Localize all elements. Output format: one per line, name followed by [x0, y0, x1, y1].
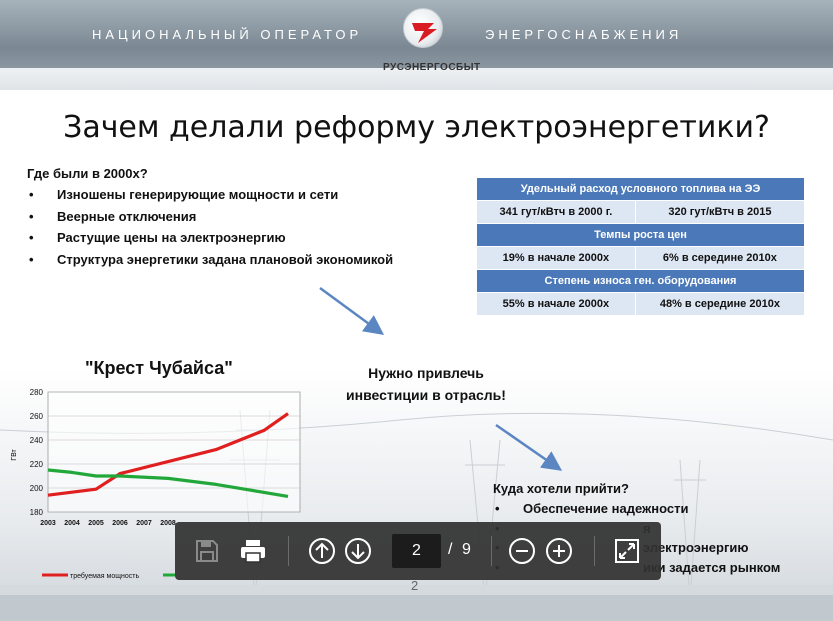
arrow-to-invest [319, 286, 385, 335]
fit-to-page-icon [615, 539, 639, 563]
previous-page-button[interactable] [308, 537, 336, 565]
page-separator: / [448, 541, 453, 558]
minus-circle-icon [509, 538, 535, 564]
goal-item: Обеспечение надежности [493, 501, 833, 521]
chart-xtick-label: 2008 [160, 520, 176, 527]
toolbar-separator [594, 536, 595, 566]
chart-ytick-label: 260 [30, 412, 44, 421]
chart-ylabel: ГВт [11, 448, 18, 460]
chart-xtick-label: 2005 [88, 520, 104, 527]
pdf-toolbar: 2 / 9 [175, 522, 661, 580]
chart-ytick-label: 280 [30, 388, 44, 397]
chart-plot-area [47, 391, 301, 513]
next-page-button[interactable] [344, 537, 372, 565]
chart-ytick-label: 220 [30, 460, 44, 469]
goal-heading: Куда хотели прийти? [493, 481, 629, 496]
chart-title: "Крест Чубайса" [85, 358, 233, 378]
fit-page-button[interactable] [613, 537, 641, 565]
invest-line-1: Нужно привлечь [368, 365, 484, 381]
page-number-input[interactable]: 2 [392, 534, 441, 568]
invest-callout: Нужно привлечь инвестиции в отрасль! [336, 362, 516, 406]
chart-legend-label: требуемая мощность [70, 572, 139, 580]
chart-ytick-label: 200 [30, 484, 44, 493]
toolbar-separator [491, 536, 492, 566]
slide-number: 2 [411, 578, 419, 593]
arrow-down-circle-icon [345, 538, 371, 564]
chart-xtick-label: 2003 [40, 520, 56, 527]
arrow-up-circle-icon [309, 538, 335, 564]
invest-line-2: инвестиции в отрасль! [346, 387, 506, 403]
page-total: 9 [462, 541, 471, 558]
print-icon [241, 540, 265, 563]
chart-xtick-label: 2006 [112, 520, 128, 527]
chart-xtick-label: 2007 [136, 520, 152, 527]
print-button[interactable] [239, 537, 267, 565]
zoom-out-button[interactable] [508, 537, 536, 565]
save-icon [196, 540, 218, 562]
arrow-to-goals [495, 423, 563, 471]
toolbar-separator [288, 536, 289, 566]
chart-ytick-label: 240 [30, 436, 44, 445]
plus-circle-icon [546, 538, 572, 564]
chart-ytick-label: 180 [30, 508, 44, 517]
zoom-in-button[interactable] [545, 537, 573, 565]
chart-xtick-label: 2004 [64, 520, 80, 527]
save-button[interactable] [193, 537, 221, 565]
